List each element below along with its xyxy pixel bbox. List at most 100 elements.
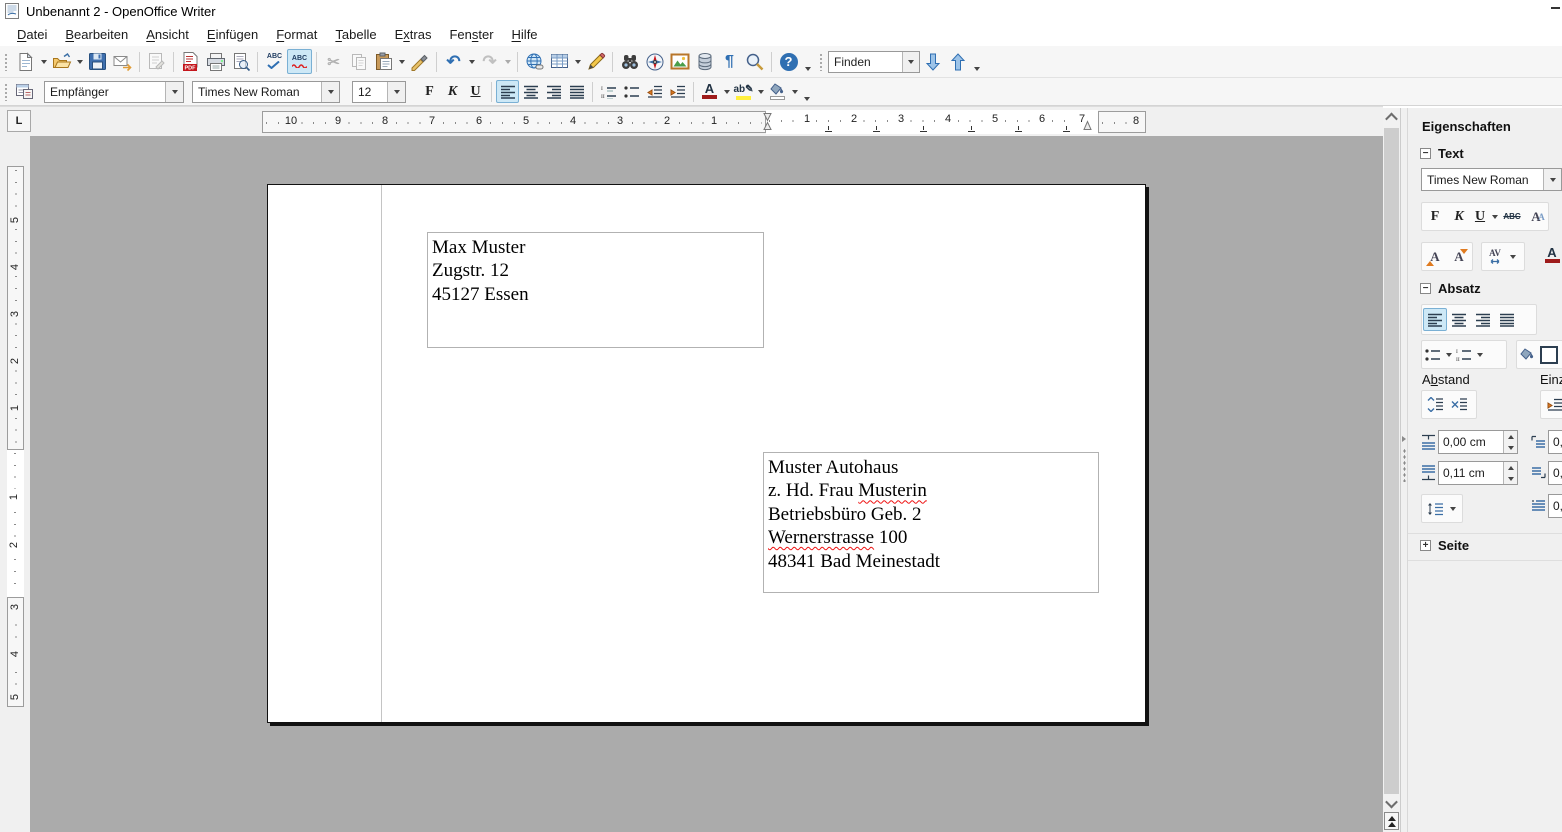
styles-window-button[interactable] [13,80,36,103]
zoom-button[interactable] [742,49,767,74]
section-text-header[interactable]: − Text [1420,146,1464,161]
spin-down-button[interactable] [1504,473,1517,484]
open-dropdown[interactable] [74,51,85,73]
section-seite-header[interactable]: + Seite [1420,538,1469,553]
menu-datei[interactable]: Datei [8,25,56,44]
formatting-marks-button[interactable]: ¶ [717,49,742,74]
print-button[interactable] [203,49,228,74]
find-dropdown[interactable] [902,52,919,72]
clone-formatting-button[interactable] [407,49,432,74]
spacing-above-field[interactable]: 0,00 cm [1438,430,1518,454]
bullet-list-button[interactable] [620,80,643,103]
sidebar-align-left-button[interactable] [1423,308,1447,331]
email-document-button[interactable] [110,49,135,74]
numbered-list-button[interactable]: III [597,80,620,103]
border-button[interactable] [1538,343,1560,366]
sidebar-align-right-button[interactable] [1471,308,1495,331]
scrollbar-thumb[interactable] [1384,128,1399,794]
bold-button[interactable]: F [418,80,441,103]
tab-type-selector[interactable]: L [7,110,31,132]
export-pdf-button[interactable]: PDF [178,49,203,74]
gallery-button[interactable] [667,49,692,74]
underline-button[interactable]: U [464,80,487,103]
formatting-overflow-button[interactable] [800,80,814,104]
spin-up-button[interactable] [1504,431,1517,442]
justify-button[interactable] [565,80,588,103]
sidebar-numbered-list-button[interactable]: III [1454,343,1474,366]
sender-address-frame[interactable]: Max Muster Zugstr. 12 45127 Essen [427,232,764,348]
new-document-button[interactable] [13,49,38,74]
vertical-scrollbar[interactable] [1383,108,1400,832]
sidebar-italic-button[interactable]: K [1447,205,1471,228]
decrease-indent-button[interactable] [643,80,666,103]
toolbar-overflow-button[interactable] [801,50,815,74]
sidebar-font-combo[interactable]: Times New Roman [1421,168,1562,191]
insert-table-button[interactable] [547,49,572,74]
scroll-down-button[interactable] [1383,794,1400,812]
find-overflow-button[interactable] [970,50,984,74]
paragraph-background-button[interactable] [1518,343,1538,366]
splitter-grip[interactable] [1403,448,1406,482]
previous-page-button[interactable] [1384,812,1399,830]
find-next-button[interactable] [920,49,945,74]
draw-functions-button[interactable] [583,49,608,74]
sidebar-bullet-list-button[interactable] [1423,343,1443,366]
italic-button[interactable]: K [441,80,464,103]
char-spacing-dropdown[interactable] [1507,246,1518,268]
background-color-button[interactable] [766,80,789,103]
minimize-button[interactable] [1551,7,1560,9]
new-document-dropdown[interactable] [38,51,49,73]
indent-marker-left[interactable] [763,112,772,131]
formatting-toolbar-grip[interactable] [4,83,9,101]
find-input[interactable] [829,54,902,70]
section-absatz-header[interactable]: − Absatz [1420,281,1481,296]
toolbar-grip[interactable] [4,53,9,71]
menu-format[interactable]: Format [267,25,326,44]
help-button[interactable]: ? [776,49,801,74]
decrease-spacing-button[interactable] [1447,393,1471,416]
autospellcheck-button[interactable]: ABC [287,49,312,74]
background-color-dropdown[interactable] [789,81,800,103]
paste-button[interactable] [371,49,396,74]
font-size-dropdown[interactable] [387,82,405,102]
menu-bearbeiten[interactable]: Bearbeiten [56,25,137,44]
find-previous-button[interactable] [945,49,970,74]
redo-button[interactable]: ↷ [477,49,502,74]
indent-after-field[interactable]: 0, [1548,461,1562,485]
sidebar-font-dropdown[interactable] [1543,169,1561,190]
hyperlink-button[interactable] [522,49,547,74]
font-color-dropdown[interactable] [721,81,732,103]
sidebar-underline-dropdown[interactable] [1489,206,1500,228]
grow-font-button[interactable]: A [1423,245,1447,268]
redo-dropdown[interactable] [502,51,513,73]
font-name-combo[interactable]: Times New Roman [192,81,340,103]
sidebar-splitter[interactable] [1400,108,1407,832]
paragraph-style-combo[interactable]: Empfänger [44,81,184,103]
highlighting-button[interactable]: ab✎ [732,80,755,103]
data-sources-button[interactable] [692,49,717,74]
line-spacing-button[interactable] [1423,497,1447,520]
strikethrough-button[interactable]: ABC [1500,205,1524,228]
highlighting-dropdown[interactable] [755,81,766,103]
menu-extras[interactable]: Extras [386,25,441,44]
edit-file-button[interactable] [144,49,169,74]
page-preview-button[interactable] [228,49,253,74]
align-center-button[interactable] [519,80,542,103]
open-button[interactable] [49,49,74,74]
font-size-combo[interactable]: 12 [352,81,406,103]
character-dialog-button[interactable]: AA [1524,205,1548,228]
table-dropdown[interactable] [572,51,583,73]
find-replace-button[interactable] [617,49,642,74]
align-right-button[interactable] [542,80,565,103]
navigator-button[interactable] [642,49,667,74]
save-button[interactable] [85,49,110,74]
envelope-page[interactable]: Max Muster Zugstr. 12 45127 Essen Muster… [267,184,1146,723]
recipient-address-frame[interactable]: Muster Autohaus z. Hd. Frau Musterin Bet… [763,452,1099,593]
menu-fenster[interactable]: Fenster [440,25,502,44]
spacing-below-field[interactable]: 0,11 cm [1438,461,1518,485]
menu-hilfe[interactable]: Hilfe [503,25,547,44]
indent-before-field[interactable]: 0, [1548,430,1562,454]
spin-up-button[interactable] [1504,462,1517,473]
spin-down-button[interactable] [1504,442,1517,453]
shrink-font-button[interactable]: A [1447,245,1471,268]
